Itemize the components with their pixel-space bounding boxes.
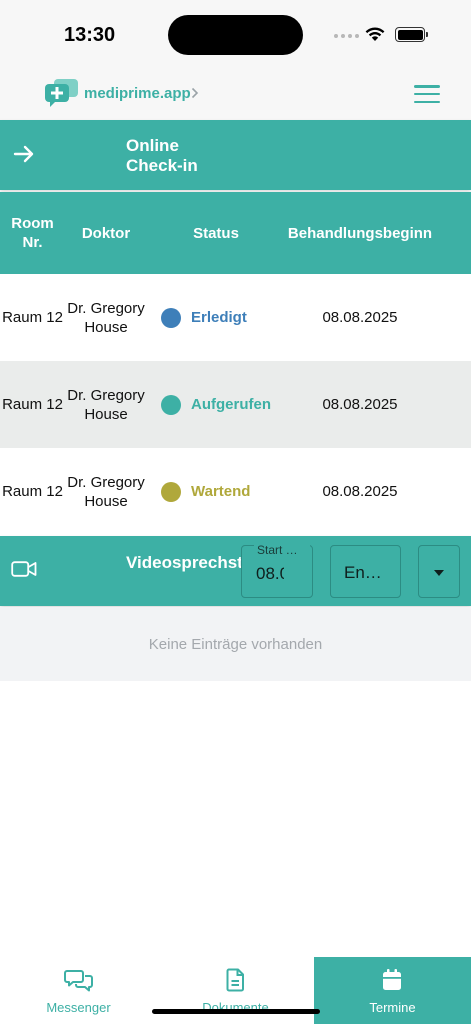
chevron-right-icon (191, 87, 198, 99)
chat-bubbles-icon (64, 970, 93, 992)
brand-logo[interactable]: mediprime.app (44, 78, 199, 108)
table-row[interactable]: Raum 12 Dr. Gregory House Aufgerufen 08.… (0, 361, 471, 448)
status-label: Wartend (191, 483, 251, 500)
tab-label: Messenger (46, 1000, 111, 1015)
app-header: mediprime.app (0, 70, 471, 120)
cellular-signal-icon (334, 34, 359, 38)
medical-chat-logo-icon (45, 79, 78, 107)
hamburger-menu-icon[interactable] (414, 85, 440, 103)
date-cell: 08.08.2025 (322, 483, 398, 500)
table-row[interactable]: Raum 12 Dr. Gregory House Wartend 08.08.… (0, 448, 471, 535)
video-consultation-bar: Videosprechstunde Start … 08.08.2025 En… (0, 536, 471, 606)
table-row[interactable]: Raum 12 Dr. Gregory House Erledigt 08.08… (0, 274, 471, 361)
column-header-start: Behandlungsbeginn (287, 224, 433, 242)
arrow-right-icon[interactable] (12, 142, 36, 166)
column-header-room: Room Nr. (11, 215, 54, 251)
doctor-cell: Dr. Gregory House (67, 386, 145, 423)
status-cell: Wartend (161, 448, 281, 535)
doctor-cell: Dr. Gregory House (67, 299, 145, 336)
caret-down-icon (434, 570, 444, 576)
tab-label: Termine (369, 1000, 416, 1015)
status-cell: Aufgerufen (161, 361, 281, 448)
end-date-value: En… (344, 563, 382, 582)
online-checkin-bar: Online Check-in (0, 120, 471, 190)
filter-dropdown[interactable] (418, 545, 460, 598)
calendar-icon (383, 969, 401, 990)
video-camera-icon (11, 561, 37, 577)
date-cell: 08.08.2025 (322, 396, 398, 413)
column-header-status: Status (193, 224, 239, 242)
status-cell: Erledigt (161, 274, 281, 361)
dynamic-island (168, 15, 303, 55)
room-cell: Raum 12 (2, 396, 63, 413)
status-label: Aufgerufen (191, 396, 271, 413)
start-date-field[interactable]: Start … 08.08.2025 (241, 543, 313, 598)
video-consultation-title: Videosprechstunde (126, 553, 284, 572)
tab-termine[interactable]: Termine (314, 957, 471, 1024)
column-header-doctor: Doktor (81, 224, 131, 242)
room-cell: Raum 12 (2, 483, 63, 500)
home-indicator (152, 1009, 320, 1014)
tab-messenger[interactable]: Messenger (0, 957, 157, 1024)
empty-state-message: Keine Einträge vorhanden (0, 607, 471, 681)
doctor-cell: Dr. Gregory House (67, 473, 145, 510)
brand-name: mediprime.app (84, 84, 191, 102)
status-time: 13:30 (64, 24, 116, 46)
status-dot-icon (161, 394, 181, 415)
status-bar: 13:30 (0, 0, 471, 70)
end-date-field[interactable]: En… (330, 545, 401, 598)
wifi-icon (365, 27, 385, 41)
room-cell: Raum 12 (2, 309, 63, 326)
status-dot-icon (161, 481, 181, 502)
status-label: Erledigt (191, 309, 247, 326)
status-dot-icon (161, 307, 181, 328)
table-header: Room Nr. Doktor Status Behandlungsbeginn (0, 192, 471, 274)
start-date-value: 08.08.2025 (256, 564, 284, 583)
date-cell: 08.08.2025 (322, 309, 398, 326)
start-date-label: Start … (254, 543, 310, 557)
battery-icon (395, 27, 428, 42)
checkin-title: Online Check-in (126, 136, 198, 175)
document-icon (226, 968, 244, 992)
